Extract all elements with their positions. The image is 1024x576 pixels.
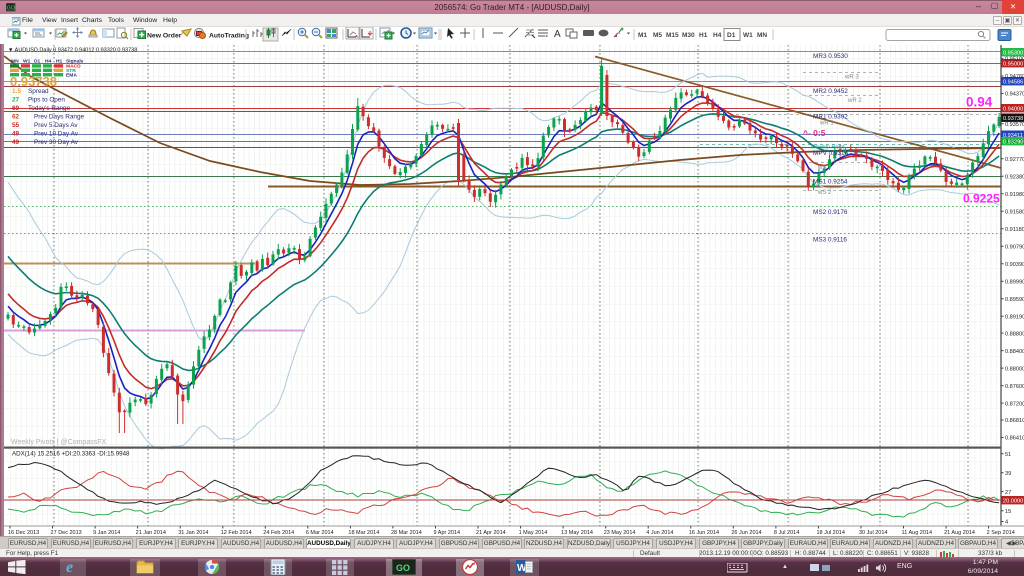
- svg-text:1.5: 1.5: [12, 88, 21, 95]
- svg-text:M15: M15: [666, 32, 679, 39]
- svg-text:Prev 30 Day Av: Prev 30 Day Av: [34, 139, 79, 146]
- svg-text:0.92380: 0.92380: [1005, 175, 1024, 181]
- svg-text:20.0000: 20.0000: [1003, 498, 1023, 504]
- svg-text:0.89590: 0.89590: [1005, 297, 1024, 303]
- svg-text:0.93290: 0.93290: [1003, 139, 1023, 145]
- svg-text:e: e: [66, 559, 73, 575]
- svg-text:0.94370: 0.94370: [1005, 92, 1024, 98]
- svg-text:Prev Days Range: Prev Days Range: [34, 114, 85, 121]
- svg-text:0.89990: 0.89990: [1005, 280, 1024, 286]
- svg-text:39: 39: [1005, 471, 1011, 477]
- svg-text:4: 4: [1005, 520, 1008, 526]
- svg-text:0.88800: 0.88800: [1005, 331, 1024, 337]
- svg-text:H4: H4: [45, 59, 52, 65]
- svg-text:wR 3: wR 3: [844, 75, 859, 81]
- svg-text:MR1 0.9392: MR1 0.9392: [813, 114, 848, 121]
- svg-text:Prev 5 Days Av: Prev 5 Days Av: [34, 122, 78, 129]
- svg-text:0.88400: 0.88400: [1005, 349, 1024, 355]
- svg-text:D1: D1: [727, 32, 736, 39]
- svg-text:H4: H4: [713, 32, 722, 39]
- svg-text:62: 62: [12, 114, 20, 121]
- svg-text:M5: M5: [653, 32, 662, 39]
- svg-text:New Order: New Order: [147, 33, 182, 40]
- svg-text:▼ AUDUSD,Daily 0.93472 0.9401: ▼ AUDUSD,Daily 0.93472 0.94012 0.93320 0…: [8, 48, 137, 54]
- svg-text:49: 49: [12, 139, 20, 146]
- svg-text:0.95000: 0.95000: [1003, 61, 1023, 67]
- svg-text:MR2 0.9452: MR2 0.9452: [813, 88, 848, 95]
- svg-text:0.93738: 0.93738: [10, 74, 57, 89]
- svg-text:Today’s Range: Today’s Range: [28, 105, 71, 112]
- svg-text:0.93570: 0.93570: [1005, 122, 1024, 128]
- svg-text:Spread: Spread: [28, 88, 49, 95]
- svg-text:EMA: EMA: [66, 72, 77, 78]
- svg-text:D1: D1: [34, 59, 41, 65]
- svg-text:0.91980: 0.91980: [1005, 192, 1024, 198]
- svg-text:0.94586: 0.94586: [1003, 79, 1023, 85]
- svg-text:0.89190: 0.89190: [1005, 315, 1024, 321]
- svg-text:M30: M30: [682, 32, 695, 39]
- svg-text:0.9225: 0.9225: [963, 192, 1000, 206]
- svg-text:MN: MN: [11, 59, 19, 65]
- svg-text:Weekly Pivots | @CompassFX: Weekly Pivots | @CompassFX: [11, 439, 106, 446]
- svg-text:Prev 10 Day Av: Prev 10 Day Av: [34, 131, 79, 138]
- svg-text:MPV 0.9314: MPV 0.9314: [813, 150, 849, 157]
- svg-text:Pips to Open: Pips to Open: [28, 97, 65, 104]
- svg-text:wR 1: wR 1: [819, 121, 834, 127]
- svg-text:0.93738: 0.93738: [1003, 116, 1023, 122]
- svg-text:H1: H1: [699, 32, 708, 39]
- svg-text:51: 51: [1005, 452, 1011, 458]
- svg-text:0.95300: 0.95300: [1003, 50, 1023, 56]
- svg-text:Signals: Signals: [66, 59, 84, 65]
- svg-text:0.91180: 0.91180: [1005, 227, 1024, 233]
- svg-text:0.93411: 0.93411: [1003, 133, 1023, 139]
- svg-text:0.90790: 0.90790: [1005, 245, 1024, 251]
- svg-text:0.86810: 0.86810: [1005, 418, 1024, 424]
- svg-text:MN: MN: [757, 32, 767, 39]
- svg-text:MS2 0.9176: MS2 0.9176: [813, 209, 848, 216]
- svg-text:15: 15: [1005, 509, 1011, 515]
- svg-text:69: 69: [12, 105, 20, 112]
- svg-text:49: 49: [12, 131, 20, 138]
- svg-text:0.90390: 0.90390: [1005, 262, 1024, 268]
- svg-text:wS 2: wS 2: [817, 190, 832, 196]
- svg-text:0.92770: 0.92770: [1005, 157, 1024, 163]
- svg-text:27: 27: [12, 97, 20, 104]
- svg-text:0.87200: 0.87200: [1005, 401, 1024, 407]
- svg-text:M1: M1: [638, 32, 647, 39]
- svg-text:MR3 0.9530: MR3 0.9530: [813, 53, 848, 60]
- svg-text:H1: H1: [56, 59, 63, 65]
- svg-text:^- 0:5: ^- 0:5: [803, 128, 826, 138]
- svg-text:W1: W1: [23, 59, 31, 65]
- svg-text:wR 2: wR 2: [847, 98, 862, 104]
- svg-text:AutoTrading: AutoTrading: [209, 33, 249, 40]
- svg-text:GO: GO: [396, 563, 410, 573]
- svg-text:wS 1: wS 1: [817, 165, 832, 171]
- svg-text:ADX(14) 15.2516 +DI:20.3363 -D: ADX(14) 15.2516 +DI:20.3363 -DI:15.9948: [12, 451, 130, 458]
- svg-text:A: A: [554, 29, 561, 40]
- svg-text:0.86410: 0.86410: [1005, 436, 1024, 442]
- svg-text:W1: W1: [743, 32, 753, 39]
- svg-text:MS3 0.9116: MS3 0.9116: [813, 237, 847, 244]
- svg-text:0.87600: 0.87600: [1005, 384, 1024, 390]
- svg-text:55: 55: [12, 122, 20, 129]
- svg-text:0.94000: 0.94000: [1003, 106, 1023, 112]
- svg-text:27: 27: [1005, 490, 1011, 496]
- svg-text:MS1 0.9254: MS1 0.9254: [813, 179, 848, 186]
- svg-text:0.88000: 0.88000: [1005, 366, 1024, 372]
- svg-text:0.94: 0.94: [966, 95, 993, 110]
- svg-text:0.91580: 0.91580: [1005, 210, 1024, 216]
